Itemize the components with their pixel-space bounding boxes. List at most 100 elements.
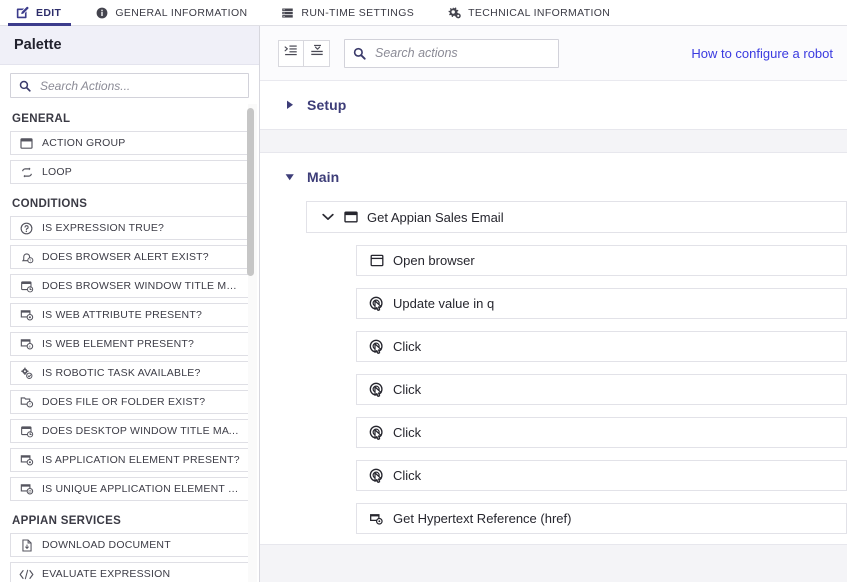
desktop-clock-icon — [19, 424, 34, 438]
how-to-configure-robot-link[interactable]: How to configure a robot — [691, 46, 833, 61]
editor-panel: How to configure a robot Setup — [260, 26, 847, 582]
section-setup-title: Setup — [307, 97, 346, 113]
svg-text:?: ? — [29, 258, 31, 262]
workspace: Palette GENERAL ACTION GROUP — [0, 26, 847, 582]
svg-text:e: e — [28, 345, 30, 349]
caret-right-icon[interactable] — [284, 99, 296, 111]
palette-scrollbar-thumb[interactable] — [247, 108, 254, 276]
click-pointer-icon — [369, 296, 384, 311]
click-pointer-icon — [369, 339, 384, 354]
node-get-hypertext-reference[interactable]: Get Hypertext Reference (href) — [356, 503, 847, 534]
chevron-down-icon[interactable] — [321, 211, 334, 224]
pencil-square-icon — [16, 6, 29, 19]
editor-search-box[interactable] — [344, 39, 559, 68]
folder-check-icon: ? — [19, 395, 34, 409]
palette-item-evaluate-expression[interactable]: EVALUATE EXPRESSION — [10, 562, 249, 582]
palette-item-does-desktop-window-title-match[interactable]: DOES DESKTOP WINDOW TITLE MATCH? — [10, 419, 249, 443]
app-element-icon — [19, 453, 34, 467]
editor-search-input[interactable] — [373, 45, 550, 61]
palette-item-is-web-attribute-present[interactable]: IS WEB ATTRIBUTE PRESENT? — [10, 303, 249, 327]
tab-edit[interactable]: EDIT — [0, 0, 79, 25]
palette-item-label: IS WEB ELEMENT PRESENT? — [42, 338, 194, 350]
node-label: Click — [393, 339, 421, 354]
question-circle-icon — [19, 221, 34, 235]
server-stack-icon — [281, 6, 294, 19]
palette-item-label: DOES FILE OR FOLDER EXIST? — [42, 396, 205, 408]
window-group-icon — [19, 136, 34, 150]
workflow-canvas: Setup Main — [260, 81, 847, 582]
caret-down-icon[interactable] — [284, 171, 296, 183]
collapse-all-button[interactable] — [304, 40, 330, 67]
palette-item-does-browser-alert-exist[interactable]: ? DOES BROWSER ALERT EXIST? — [10, 245, 249, 269]
section-main-header[interactable]: Main — [260, 153, 847, 201]
palette-panel: Palette GENERAL ACTION GROUP — [0, 26, 260, 582]
section-spacer — [260, 130, 847, 152]
palette-group-conditions: CONDITIONS — [10, 189, 249, 216]
tab-run-time-settings[interactable]: RUN-TIME SETTINGS — [265, 0, 432, 25]
svg-text:?: ? — [28, 403, 30, 407]
web-element-icon: e — [19, 337, 34, 351]
node-click-2[interactable]: Click — [356, 374, 847, 405]
bell-alert-icon: ? — [19, 250, 34, 264]
code-brackets-icon — [19, 567, 34, 581]
collapse-all-icon — [310, 44, 324, 62]
palette-item-is-unique-application-element-present[interactable]: @ IS UNIQUE APPLICATION ELEMENT PR... — [10, 477, 249, 501]
node-open-browser[interactable]: Open browser — [356, 245, 847, 276]
palette-list: GENERAL ACTION GROUP LOOP CONDITIONS — [0, 104, 259, 582]
palette-item-is-robotic-task-available[interactable]: IS ROBOTIC TASK AVAILABLE? — [10, 361, 249, 385]
palette-search-wrapper — [0, 65, 259, 104]
browser-window-icon — [369, 253, 384, 268]
palette-group-general: GENERAL — [10, 104, 249, 131]
node-click-3[interactable]: Click — [356, 417, 847, 448]
unique-app-element-icon: @ — [19, 482, 34, 496]
palette-item-does-file-or-folder-exist[interactable]: ? DOES FILE OR FOLDER EXIST? — [10, 390, 249, 414]
tab-general-information[interactable]: GENERAL INFORMATION — [79, 0, 265, 25]
tab-edit-label: EDIT — [36, 7, 61, 19]
palette-item-label: EVALUATE EXPRESSION — [42, 568, 170, 580]
document-download-icon — [19, 538, 34, 552]
expand-all-button[interactable] — [278, 40, 304, 67]
click-pointer-icon — [369, 382, 384, 397]
gears-icon — [448, 6, 461, 19]
expand-all-icon — [284, 44, 298, 62]
palette-item-label: LOOP — [42, 166, 72, 178]
node-label: Get Hypertext Reference (href) — [393, 511, 571, 526]
palette-item-download-document[interactable]: DOWNLOAD DOCUMENT — [10, 533, 249, 557]
editor-search-wrapper — [344, 39, 559, 68]
node-click-4[interactable]: Click — [356, 460, 847, 491]
node-label: Update value in q — [393, 296, 494, 311]
editor-toolbar: How to configure a robot — [260, 26, 847, 81]
node-group-get-appian-sales-email[interactable]: Get Appian Sales Email — [306, 201, 847, 233]
palette-item-is-application-element-present[interactable]: IS APPLICATION ELEMENT PRESENT? — [10, 448, 249, 472]
section-main-body: Get Appian Sales Email Open browser Upda… — [260, 201, 847, 544]
section-setup-header[interactable]: Setup — [260, 81, 847, 129]
expand-collapse-button-group — [278, 40, 330, 67]
palette-item-label: IS ROBOTIC TASK AVAILABLE? — [42, 367, 200, 379]
node-update-value-in-q[interactable]: Update value in q — [356, 288, 847, 319]
tab-technical-information-label: TECHNICAL INFORMATION — [468, 7, 610, 19]
search-icon — [19, 80, 31, 92]
palette-item-action-group[interactable]: ACTION GROUP — [10, 131, 249, 155]
palette-item-label: IS WEB ATTRIBUTE PRESENT? — [42, 309, 202, 321]
palette-search-box[interactable] — [10, 73, 249, 98]
palette-item-label: IS UNIQUE APPLICATION ELEMENT PR... — [42, 483, 240, 495]
palette-search-input[interactable] — [38, 78, 240, 94]
section-setup: Setup — [260, 81, 847, 130]
palette-item-does-browser-window-title-match[interactable]: DOES BROWSER WINDOW TITLE MATC... — [10, 274, 249, 298]
tab-technical-information[interactable]: TECHNICAL INFORMATION — [432, 0, 628, 25]
web-element-icon — [369, 511, 384, 526]
main-tab-bar: EDIT GENERAL INFORMATION RUN-TIME SETTIN… — [0, 0, 847, 26]
palette-item-label: IS APPLICATION ELEMENT PRESENT? — [42, 454, 240, 466]
palette-item-label: IS EXPRESSION TRUE? — [42, 222, 164, 234]
window-group-icon — [343, 210, 358, 224]
palette-item-loop[interactable]: LOOP — [10, 160, 249, 184]
robotic-task-icon — [19, 366, 34, 380]
palette-item-is-web-element-present[interactable]: e IS WEB ELEMENT PRESENT? — [10, 332, 249, 356]
palette-item-is-expression-true[interactable]: IS EXPRESSION TRUE? — [10, 216, 249, 240]
section-main: Main Get Appian Sales Email — [260, 152, 847, 545]
click-pointer-icon — [369, 468, 384, 483]
palette-scrollbar-track[interactable] — [248, 104, 257, 582]
loop-arrows-icon — [19, 165, 34, 179]
node-click-1[interactable]: Click — [356, 331, 847, 362]
palette-item-label: DOWNLOAD DOCUMENT — [42, 539, 171, 551]
